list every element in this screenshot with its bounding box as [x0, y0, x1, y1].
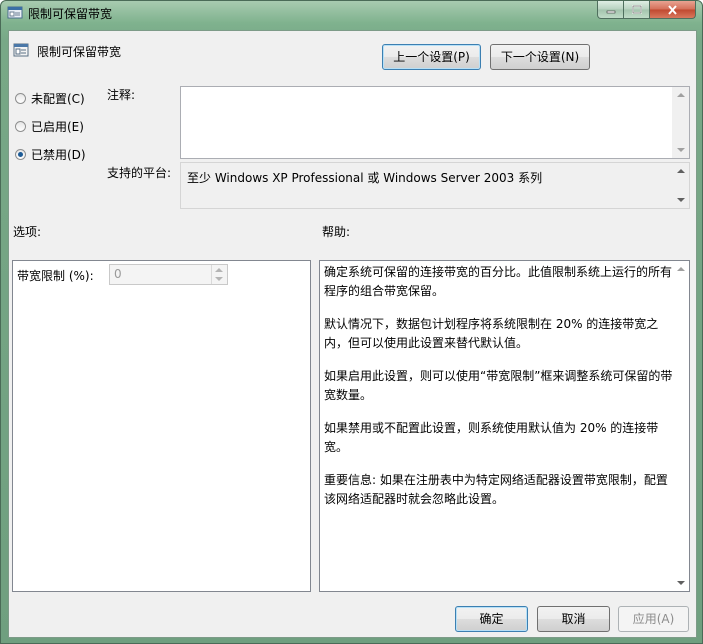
radio-button[interactable]: [15, 121, 26, 132]
policy-icon: [7, 6, 23, 19]
radio-not-configured[interactable]: 未配置(C): [15, 90, 85, 107]
spin-up-icon[interactable]: [215, 268, 223, 272]
help-panel: 确定系统可保留的连接带宽的百分比。此值限制系统上运行的所有程序的组合带宽保留。 …: [319, 260, 690, 592]
bandwidth-limit-spinner[interactable]: 0: [109, 264, 228, 285]
help-label: 帮助:: [322, 225, 351, 239]
close-icon: [668, 4, 677, 15]
help-scrollbar[interactable]: [672, 261, 689, 591]
title-bar[interactable]: 限制可保留带宽: [1, 1, 702, 25]
dialog-window: 限制可保留带宽 限制可保留带宽 上一个设置(P) 下一个设置(N) 未配置(C)…: [0, 0, 703, 644]
scroll-down-icon[interactable]: [677, 581, 685, 585]
maximize-button[interactable]: [624, 1, 650, 19]
bandwidth-limit-label: 带宽限制 (%):: [17, 269, 94, 283]
next-setting-button[interactable]: 下一个设置(N): [490, 44, 590, 70]
radio-label: 已启用(E): [31, 120, 84, 134]
scroll-up-icon[interactable]: [677, 169, 685, 173]
comment-textarea[interactable]: [180, 86, 690, 159]
window-title: 限制可保留带宽: [28, 7, 113, 21]
help-text: 确定系统可保留的连接带宽的百分比。此值限制系统上运行的所有程序的组合带宽保留。 …: [324, 263, 673, 523]
previous-setting-button[interactable]: 上一个设置(P): [382, 44, 481, 70]
close-button[interactable]: [650, 1, 696, 19]
scroll-down-icon[interactable]: [677, 148, 685, 152]
scroll-up-icon[interactable]: [677, 93, 685, 97]
maximize-icon: [631, 5, 642, 14]
comment-label: 注释:: [107, 88, 136, 102]
options-panel: 带宽限制 (%): 0: [12, 260, 311, 592]
cancel-button[interactable]: 取消: [537, 606, 610, 632]
spin-down-icon[interactable]: [215, 277, 223, 281]
bandwidth-limit-value: 0: [114, 267, 122, 281]
setting-icon: [13, 43, 29, 57]
options-label: 选项:: [13, 225, 42, 239]
radio-button[interactable]: [15, 149, 26, 160]
spinner-buttons[interactable]: [211, 265, 227, 284]
minimize-button[interactable]: [597, 1, 624, 19]
radio-enabled[interactable]: 已启用(E): [15, 118, 84, 135]
platform-value: 至少 Windows XP Professional 或 Windows Ser…: [187, 171, 543, 185]
scroll-down-icon[interactable]: [677, 198, 685, 202]
ok-button[interactable]: 确定: [455, 606, 528, 632]
scroll-up-icon[interactable]: [677, 267, 685, 271]
radio-label: 未配置(C): [31, 92, 85, 106]
platform-scrollbar[interactable]: [672, 163, 689, 208]
comment-scrollbar[interactable]: [672, 87, 689, 158]
help-paragraph: 如果禁用或不配置此设置，则系统使用默认值为 20% 的连接带宽。: [324, 421, 659, 454]
radio-label: 已禁用(D): [31, 148, 86, 162]
caption-buttons: [597, 1, 696, 19]
platform-field: 至少 Windows XP Professional 或 Windows Ser…: [180, 162, 690, 209]
help-paragraph: 如果启用此设置，则可以使用“带宽限制”框来调整系统可保留的带宽数量。: [324, 369, 673, 402]
help-paragraph: 确定系统可保留的连接带宽的百分比。此值限制系统上运行的所有程序的组合带宽保留。: [324, 265, 673, 298]
radio-button[interactable]: [15, 93, 26, 104]
radio-disabled[interactable]: 已禁用(D): [15, 146, 86, 163]
apply-button[interactable]: 应用(A): [618, 606, 689, 632]
dialog-client-area: 限制可保留带宽 上一个设置(P) 下一个设置(N) 未配置(C) 已启用(E) …: [8, 30, 697, 638]
platform-label: 支持的平台:: [107, 166, 172, 180]
help-paragraph: 默认情况下，数据包计划程序将系统限制在 20% 的连接带宽之内，但可以使用此设置…: [324, 317, 659, 350]
setting-name: 限制可保留带宽: [37, 45, 122, 59]
minimize-icon: [606, 10, 615, 13]
help-paragraph: 重要信息: 如果在注册表中为特定网络适配器设置带宽限制，配置该网络适配器时就会忽…: [324, 473, 668, 506]
